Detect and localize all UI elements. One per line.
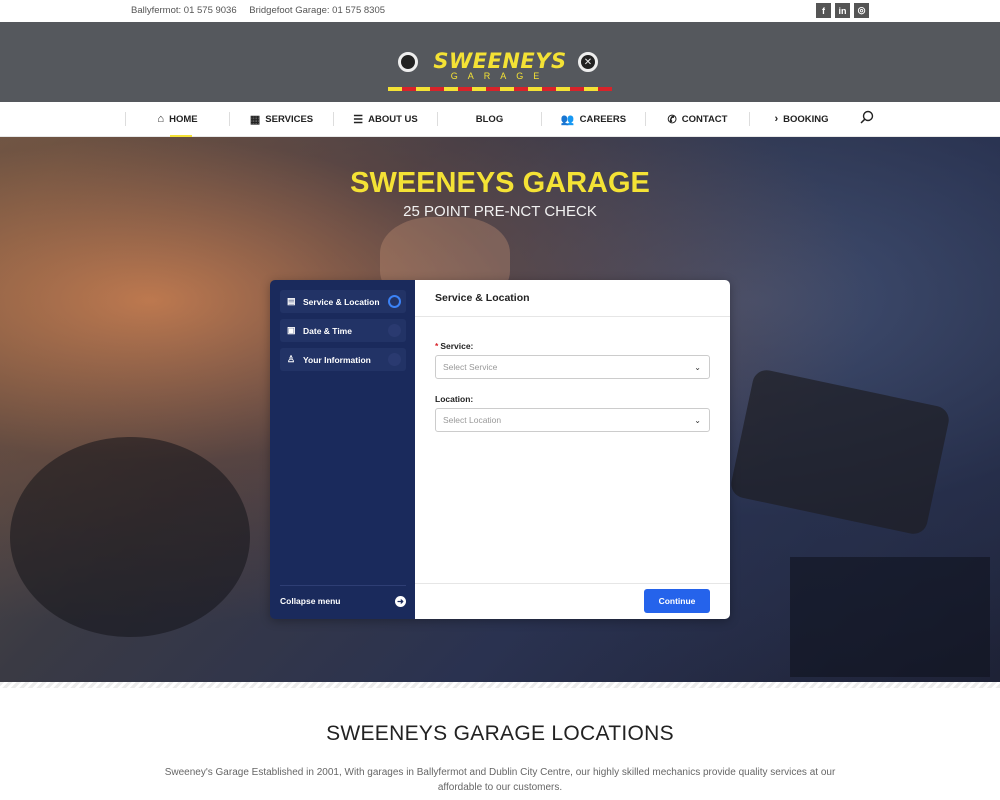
nav-booking[interactable]: › BOOKING bbox=[749, 112, 853, 126]
service-label: * Service: bbox=[435, 341, 474, 351]
nav-about-label: ABOUT US bbox=[368, 113, 418, 125]
phone-icon: ✆ bbox=[667, 113, 677, 126]
booking-steps-sidebar: ▤ Service & Location ▣ Date & Time ♙ You… bbox=[270, 280, 415, 619]
location-label: Location: bbox=[435, 394, 474, 404]
phone-ballyfermot[interactable]: Ballyfermot: 01 575 9036 bbox=[131, 5, 237, 16]
instagram-icon[interactable]: ◎ bbox=[854, 3, 869, 18]
step-label: Service & Location bbox=[303, 296, 380, 307]
nav-contact[interactable]: ✆ CONTACT bbox=[645, 112, 749, 126]
step-status-indicator bbox=[388, 295, 401, 308]
facebook-icon[interactable]: f bbox=[816, 3, 831, 18]
step-status-indicator bbox=[388, 353, 401, 366]
continue-button[interactable]: Continue bbox=[644, 589, 710, 613]
section-divider bbox=[0, 682, 1000, 688]
nav-home[interactable]: ⌂ HOME bbox=[125, 112, 229, 126]
wheel-icon bbox=[398, 52, 418, 72]
step-label: Your Information bbox=[303, 354, 371, 365]
collapse-menu-label: Collapse menu bbox=[280, 596, 341, 606]
search-icon[interactable] bbox=[860, 110, 874, 124]
step-date-time[interactable]: ▣ Date & Time bbox=[280, 319, 406, 342]
wrench-icon: ✕ bbox=[578, 52, 598, 72]
calendar-icon: ▣ bbox=[287, 325, 296, 335]
arrow-right-icon: ➜ bbox=[395, 596, 406, 607]
service-placeholder: Select Service bbox=[443, 362, 498, 372]
nav-services[interactable]: ▦ SERVICES bbox=[229, 112, 333, 126]
hero-subtitle: 25 POINT PRE-NCT CHECK bbox=[403, 203, 597, 220]
phone-bridgefoot[interactable]: Bridgefoot Garage: 01 575 8305 bbox=[249, 5, 385, 16]
site-header: SWEENEYS GARAGE ✕ bbox=[0, 22, 1000, 102]
nav-blog-label: BLOG bbox=[475, 113, 504, 125]
nav-about[interactable]: ☰ ABOUT US bbox=[333, 112, 437, 126]
user-icon: ♙ bbox=[287, 354, 296, 364]
top-bar: Ballyfermot: 01 575 9036 Bridgefoot Gara… bbox=[0, 0, 1000, 22]
locations-description: Sweeney's Garage Established in 2001, Wi… bbox=[164, 767, 836, 793]
chevron-down-icon: ⌄ bbox=[694, 416, 701, 425]
hero-title: SWEENEYS GARAGE bbox=[350, 167, 650, 199]
step-status-indicator bbox=[388, 324, 401, 337]
location-placeholder: Select Location bbox=[443, 415, 502, 425]
step-service-location[interactable]: ▤ Service & Location bbox=[280, 290, 406, 313]
nav-blog[interactable]: BLOG bbox=[437, 112, 541, 126]
nav-home-label: HOME bbox=[169, 113, 198, 125]
logo-sub: GARAGE bbox=[450, 71, 550, 81]
clipboard-icon: ▤ bbox=[287, 296, 296, 306]
users-icon: 👥 bbox=[560, 113, 575, 126]
list-icon: ☰ bbox=[353, 113, 364, 126]
nav-services-label: SERVICES bbox=[265, 113, 314, 125]
collapse-menu-button[interactable]: Collapse menu ➜ bbox=[280, 585, 406, 607]
locations-title: SWEENEYS GARAGE LOCATIONS bbox=[326, 722, 674, 745]
phone-numbers: Ballyfermot: 01 575 9036 Bridgefoot Gara… bbox=[131, 5, 395, 16]
chevron-down-icon: ⌄ bbox=[694, 363, 701, 372]
nav-booking-label: BOOKING bbox=[783, 113, 829, 125]
panel-title: Service & Location bbox=[415, 280, 730, 317]
location-select[interactable]: Select Location ⌄ bbox=[435, 408, 710, 432]
chevron-right-icon: › bbox=[774, 113, 779, 125]
site-logo[interactable]: SWEENEYS GARAGE ✕ bbox=[388, 48, 612, 92]
service-select[interactable]: Select Service ⌄ bbox=[435, 355, 710, 379]
booking-widget: ▤ Service & Location ▣ Date & Time ♙ You… bbox=[270, 280, 730, 619]
logo-stripe bbox=[388, 87, 612, 91]
logo-brand: SWEENEYS bbox=[433, 49, 567, 73]
social-links: f in ◎ bbox=[816, 3, 869, 18]
step-label: Date & Time bbox=[303, 325, 352, 336]
linkedin-icon[interactable]: in bbox=[835, 3, 850, 18]
grid-icon: ▦ bbox=[249, 113, 261, 126]
booking-form-panel: Service & Location * Service: Select Serv… bbox=[415, 280, 730, 619]
home-icon: ⌂ bbox=[157, 113, 165, 125]
nav-careers-label: CAREERS bbox=[579, 113, 627, 125]
required-marker: * bbox=[435, 341, 439, 351]
main-nav: ⌂ HOME ▦ SERVICES ☰ ABOUT US BLOG 👥 CARE… bbox=[0, 102, 1000, 137]
nav-contact-label: CONTACT bbox=[681, 113, 728, 125]
nav-careers[interactable]: 👥 CAREERS bbox=[541, 112, 645, 126]
step-your-information[interactable]: ♙ Your Information bbox=[280, 348, 406, 371]
